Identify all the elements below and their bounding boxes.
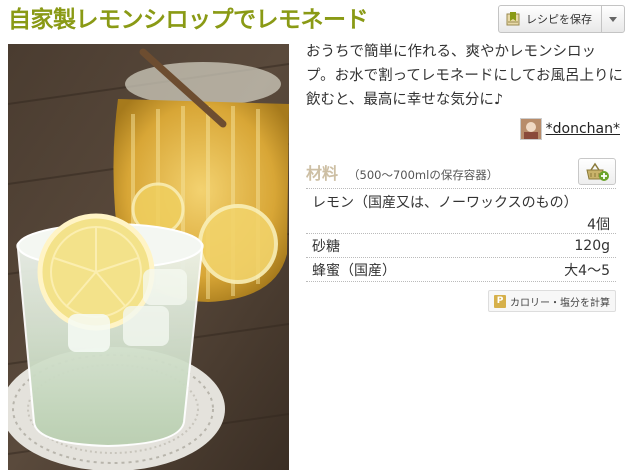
basket-add-icon: [586, 162, 609, 181]
ingredient-quantity: 4個: [587, 217, 610, 233]
recipe-photo[interactable]: [8, 44, 289, 470]
recipe-title: 自家製レモンシロップでレモネード: [8, 7, 369, 33]
ingredients-serving-note: （500〜700mlの保存容器）: [348, 168, 499, 182]
ingredient-row: レモン（国産又は、ノーワックスのもの） 4個: [306, 188, 616, 234]
recipe-description: おうちで簡単に作れる、爽やかレモンシロップ。お水で割ってレモネードにしてお風呂上…: [306, 44, 623, 108]
save-options-dropdown[interactable]: [602, 6, 624, 32]
ingredient-quantity: 大4〜5: [564, 262, 610, 279]
author-link[interactable]: *donchan*: [546, 121, 620, 137]
ingredients-list: レモン（国産又は、ノーワックスのもの） 4個 砂糖 120g 蜂蜜（国産） 大4…: [306, 188, 616, 282]
author-avatar[interactable]: [519, 118, 542, 140]
ingredients-header: 材料 （500〜700mlの保存容器）: [306, 160, 498, 184]
ingredient-name: レモン（国産又は、ノーワックスのもの）: [312, 195, 578, 211]
calorie-calculator-icon: P: [494, 294, 506, 308]
save-recipe-control: レシピを保存: [498, 5, 625, 33]
add-to-shopping-list-button[interactable]: [578, 158, 616, 185]
ingredient-name: 蜂蜜（国産）: [312, 262, 396, 279]
author-info: *donchan*: [519, 117, 620, 141]
ingredient-row: 砂糖 120g: [306, 234, 616, 258]
ingredient-name: 砂糖: [312, 238, 340, 255]
chevron-down-icon: [609, 16, 617, 22]
bookmark-save-icon: [505, 11, 521, 27]
ingredient-row: 蜂蜜（国産） 大4〜5: [306, 258, 616, 282]
calorie-calculator-button[interactable]: P カロリー・塩分を計算: [488, 290, 616, 312]
save-recipe-label: レシピを保存: [526, 13, 592, 26]
save-recipe-button[interactable]: レシピを保存: [499, 6, 602, 32]
ingredient-quantity: 120g: [574, 237, 610, 254]
ingredients-title: 材料: [306, 164, 339, 183]
calorie-calculator-label: カロリー・塩分を計算: [510, 297, 610, 309]
